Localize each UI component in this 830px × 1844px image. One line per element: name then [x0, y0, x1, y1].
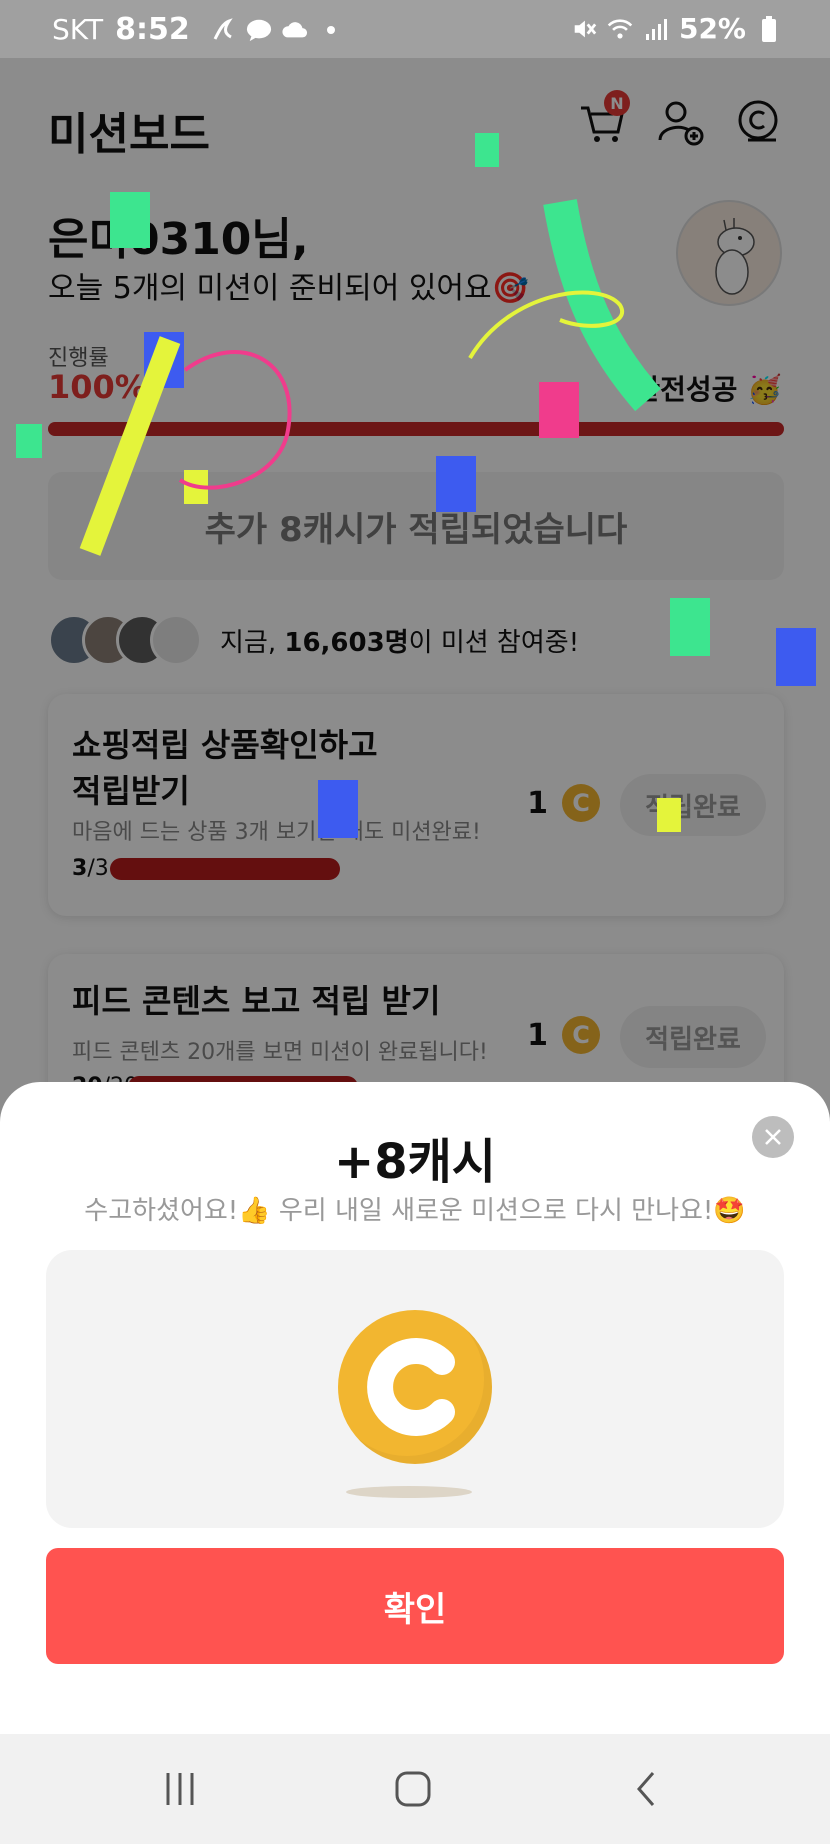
carrier-label: SKT [52, 13, 104, 46]
coin-shadow [346, 1486, 472, 1498]
status-bar: SKT 8:52 52% [0, 0, 830, 58]
coin-icon [338, 1310, 492, 1464]
reward-subtitle: 수고하셨어요!👍 우리 내일 새로운 미션으로 다시 만나요!🤩 [84, 1196, 746, 1226]
system-nav-bar [0, 1734, 830, 1844]
clock: 8:52 [115, 12, 190, 47]
battery-percent: 52% [678, 12, 746, 45]
recent-apps-button[interactable] [150, 1764, 210, 1814]
talk-icon [246, 17, 272, 43]
confirm-button[interactable]: 확인 [46, 1548, 784, 1664]
home-icon [395, 1771, 431, 1807]
reward-bottom-sheet: +8캐시 수고하셨어요!👍 우리 내일 새로운 미션으로 다시 만나요!🤩 확인 [0, 1082, 830, 1734]
back-icon [637, 1772, 655, 1806]
home-button[interactable] [383, 1764, 443, 1814]
back-button[interactable] [616, 1764, 676, 1814]
dot-icon [318, 17, 344, 43]
signal-icon [643, 16, 669, 42]
cloud-icon [282, 17, 308, 43]
recent-apps-icon [166, 1773, 194, 1805]
signature-icon [210, 17, 236, 43]
battery-icon [756, 15, 782, 42]
reward-title: +8캐시 [334, 1134, 496, 1190]
wifi-icon [607, 16, 633, 42]
reward-illustration-box [46, 1250, 784, 1528]
mute-icon [571, 16, 597, 42]
